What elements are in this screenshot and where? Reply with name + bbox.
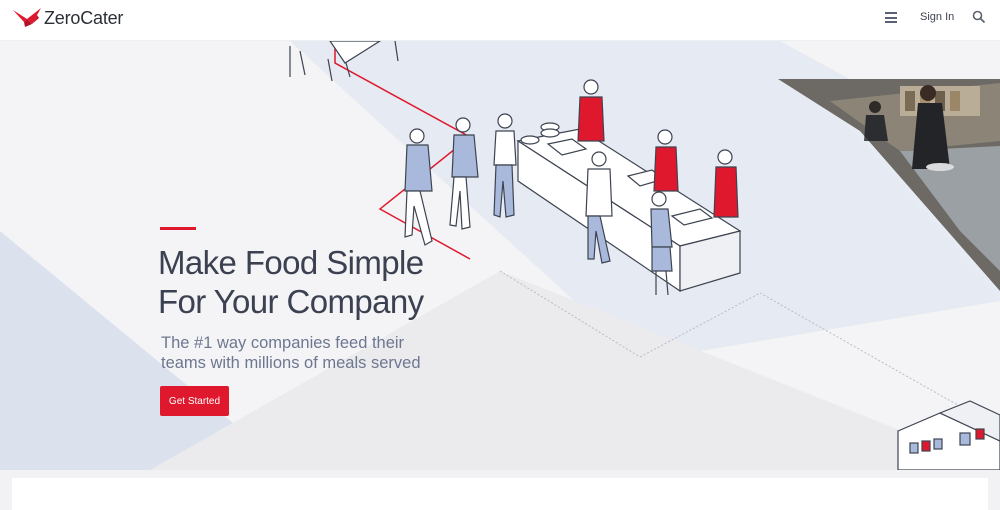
sign-in-link[interactable]: Sign In: [920, 11, 954, 23]
search-icon[interactable]: [972, 10, 986, 29]
hero-section: Make Food Simple For Your Company The #1…: [0, 41, 1000, 470]
headline-line-1: Make Food Simple: [158, 244, 424, 281]
get-started-button[interactable]: Get Started: [160, 386, 229, 416]
crane-logo-icon: [13, 8, 41, 27]
hero-subheadline: The #1 way companies feed their teams wi…: [161, 333, 421, 373]
headline-accent-bar: [160, 227, 196, 230]
subheadline-line-1: The #1 way companies feed their: [161, 334, 405, 352]
hero-headline: Make Food Simple For Your Company: [158, 243, 424, 321]
top-navigation-bar: ZeroCater Sign In: [0, 0, 1000, 41]
zerocater-logo[interactable]: ZeroCater: [12, 6, 123, 30]
subheadline-line-2: teams with millions of meals served: [161, 354, 421, 372]
next-section-card: [12, 478, 988, 510]
hero-illustration: [0, 41, 1000, 470]
hamburger-menu-icon[interactable]: [885, 12, 897, 24]
headline-line-2: For Your Company: [158, 283, 424, 320]
snack-fridge-illustration: [897, 400, 1000, 470]
brand-name: ZeroCater: [44, 7, 124, 28]
